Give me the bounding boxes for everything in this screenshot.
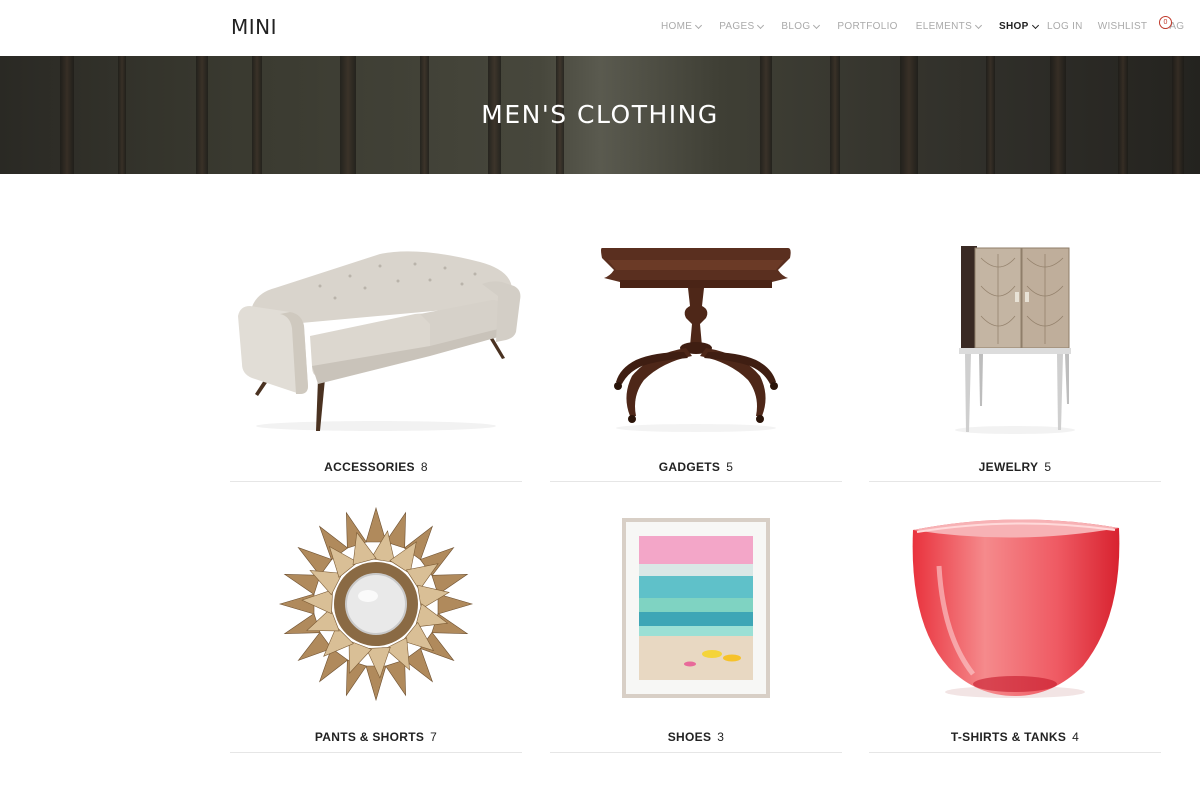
category-card-pants-shorts[interactable]: PANTS & SHORTS 7 [230,506,522,753]
nav-blog[interactable]: BLOG [781,21,821,32]
category-card-shoes[interactable]: SHOES 3 [550,506,842,753]
category-count: 8 [420,460,428,474]
sofa-image [238,251,521,431]
nav-portfolio[interactable]: PORTFOLIO [837,21,897,32]
bag-count-badge[interactable]: 0 [1159,16,1172,29]
chevron-down-icon [975,21,983,29]
account-nav: LOG IN WISHLIST BAG [1047,21,1199,32]
chevron-down-icon [1031,21,1039,29]
category-label[interactable]: JEWELRY 5 [869,460,1161,474]
category-name: GADGETS [658,460,721,474]
chevron-down-icon [695,21,703,29]
category-label[interactable]: PANTS & SHORTS 7 [230,730,522,744]
nav-shop[interactable]: SHOP [999,21,1039,32]
nav-home-label: HOME [661,21,693,32]
category-name: SHOES [667,730,712,744]
table-image [601,248,791,432]
nav-portfolio-label: PORTFOLIO [837,21,898,32]
nav-elements[interactable]: ELEMENTS [915,21,983,32]
category-count: 4 [1072,730,1080,744]
category-label[interactable]: GADGETS 5 [550,460,842,474]
nav-pages[interactable]: PAGES [719,21,765,32]
glass-bowl-image [912,519,1120,698]
chevron-down-icon [757,21,765,29]
category-card-jewelry[interactable]: JEWELRY 5 [869,236,1161,482]
wishlist-link[interactable]: WISHLIST [1098,21,1148,32]
login-link[interactable]: LOG IN [1047,21,1083,32]
category-count: 5 [726,460,734,474]
category-name: JEWELRY [978,460,1039,474]
main-nav: HOME PAGES BLOG PORTFOLIO ELEMENTS SHOP [661,21,1056,32]
category-count: 3 [717,730,725,744]
category-count: 5 [1044,460,1052,474]
nav-blog-label: BLOG [781,21,811,32]
page-banner: MEN'S CLOTHING [0,56,1200,174]
category-count: 7 [430,730,438,744]
category-card-gadgets[interactable]: GADGETS 5 [550,236,842,482]
category-name: PANTS & SHORTS [314,730,425,744]
nav-elements-label: ELEMENTS [915,21,973,32]
nav-home[interactable]: HOME [661,21,703,32]
site-logo[interactable]: MINI [231,15,277,39]
category-label[interactable]: SHOES 3 [550,730,842,744]
nav-pages-label: PAGES [719,21,755,32]
framed-painting-image [622,518,770,698]
cabinet-image [955,246,1075,434]
chevron-down-icon [813,21,821,29]
site-header: MINI HOME PAGES BLOG PORTFOLIO ELEMENTS … [0,0,1200,56]
page-title: MEN'S CLOTHING [481,100,719,129]
category-name: T-SHIRTS & TANKS [950,730,1067,744]
nav-shop-label: SHOP [999,21,1029,32]
sunburst-mirror-image [278,506,474,702]
category-name: ACCESSORIES [324,460,415,474]
category-label[interactable]: ACCESSORIES 8 [230,460,522,474]
category-label[interactable]: T-SHIRTS & TANKS 4 [869,730,1161,744]
category-card-t-shirts-tanks[interactable]: T-SHIRTS & TANKS 4 [869,506,1161,753]
category-card-accessories[interactable]: ACCESSORIES 8 [230,236,522,482]
